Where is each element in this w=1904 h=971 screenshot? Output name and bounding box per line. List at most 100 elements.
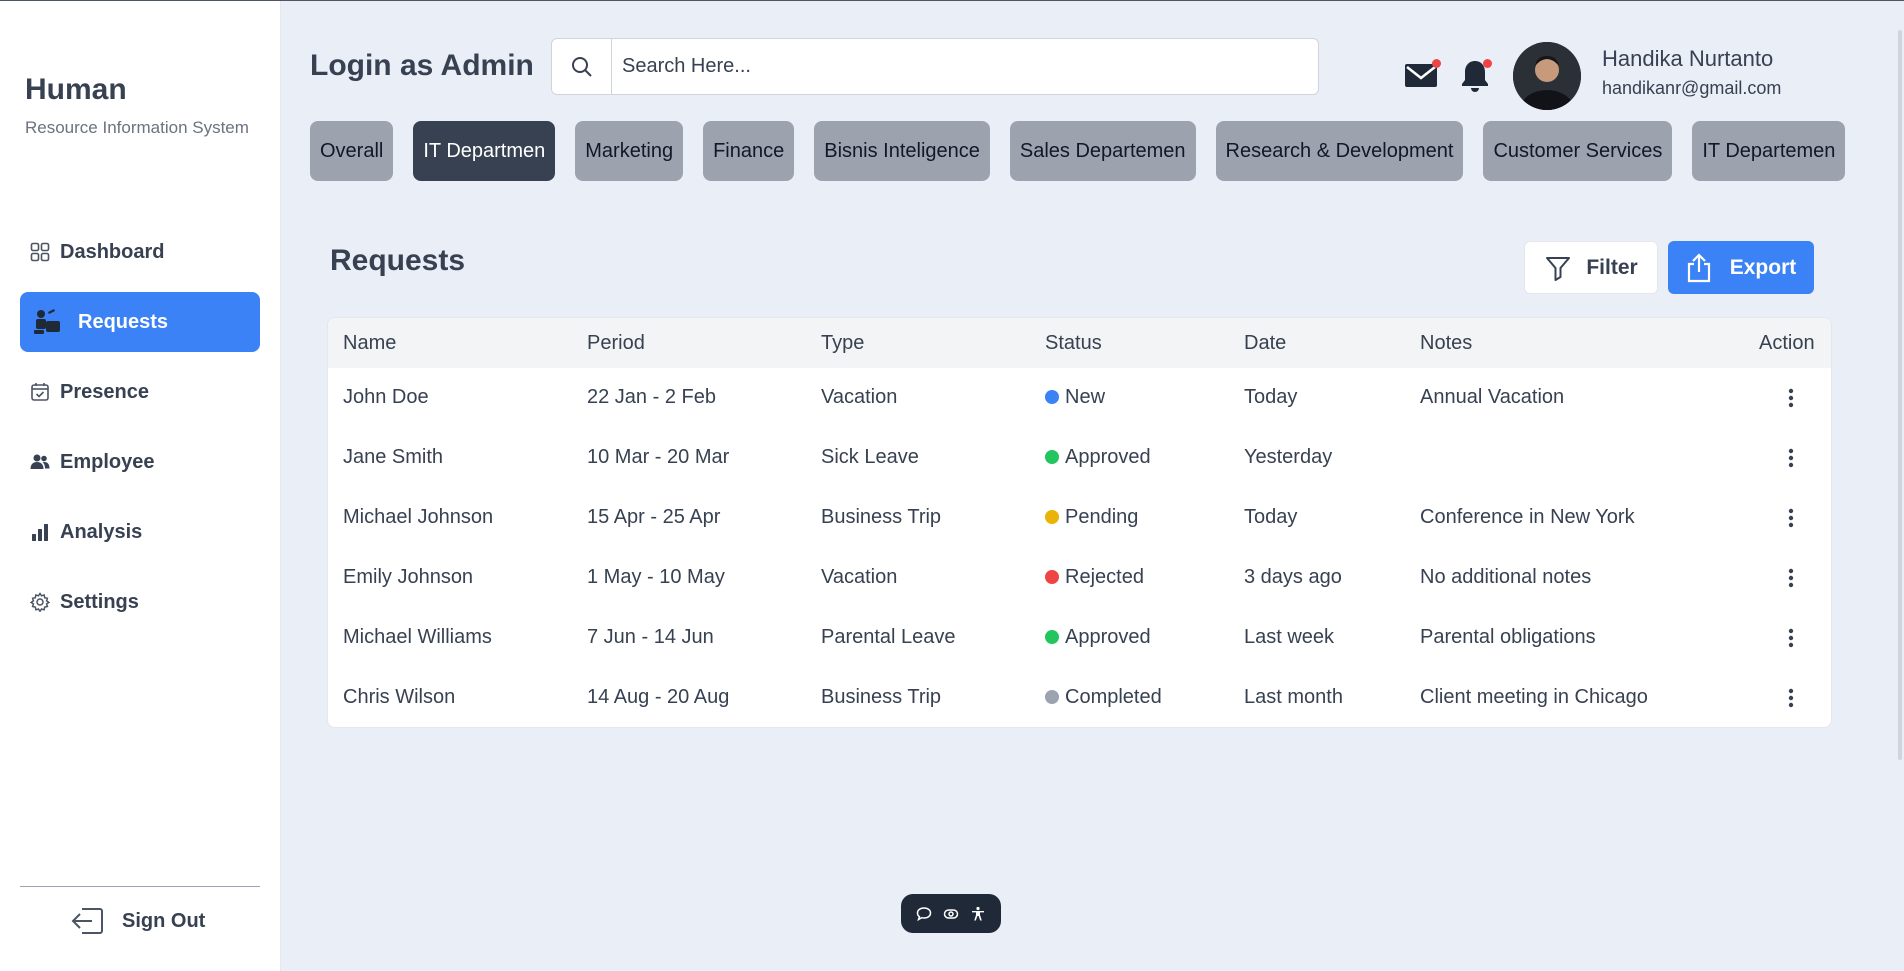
user-name: Handika Nurtanto xyxy=(1602,46,1774,71)
cell-type: Sick Leave xyxy=(821,446,919,468)
sidebar-item-label: Requests xyxy=(78,310,169,333)
status-dot xyxy=(1045,390,1059,404)
table-row[interactable]: Jane Smith 10 Mar - 20 Mar Sick Leave Appro… xyxy=(328,428,1831,488)
cell-notes: Client meeting in Chicago xyxy=(1420,686,1648,708)
notifications-button[interactable] xyxy=(1458,58,1492,94)
cell-period: 1 May - 10 May xyxy=(587,566,725,588)
tab-bisnis-inteligence[interactable]: Bisnis Inteligence xyxy=(814,121,990,181)
status-label: Approved xyxy=(1065,626,1151,648)
tab-customer-services[interactable]: Customer Services xyxy=(1483,121,1673,181)
column-header-type[interactable]: Type xyxy=(821,332,864,355)
accessibility-icon[interactable] xyxy=(970,906,986,922)
tab-it-departemen[interactable]: IT Departemen xyxy=(1692,121,1846,181)
tab-overall[interactable]: Overall xyxy=(310,121,394,181)
cell-date: Yesterday xyxy=(1244,446,1333,468)
column-header-status[interactable]: Status xyxy=(1045,332,1102,355)
sidebar-item-dashboard[interactable]: Dashboard xyxy=(20,222,260,282)
cell-type: Business Trip xyxy=(821,506,942,528)
sign-out-icon xyxy=(70,905,106,937)
sidebar-item-label: Presence xyxy=(60,380,149,403)
sidebar: Human Resource Information System Dashbo… xyxy=(0,1,281,971)
department-tabs: Overall IT Departmen Marketing Finance B… xyxy=(310,121,1846,181)
cell-date: Last week xyxy=(1244,626,1335,648)
sidebar-item-label: Analysis xyxy=(60,520,143,543)
tab-research-development[interactable]: Research & Development xyxy=(1215,121,1464,181)
status-label: Pending xyxy=(1065,506,1139,528)
search-bar: Search Here... xyxy=(551,38,1319,95)
gear-icon xyxy=(30,592,50,612)
requests-table: Name Period Type Status Date Notes Actio… xyxy=(327,317,1832,728)
more-actions-icon[interactable] xyxy=(1779,566,1803,590)
cell-notes: Parental obligations xyxy=(1420,626,1596,648)
notification-dot xyxy=(1483,59,1492,68)
cell-status: Approved xyxy=(1045,626,1151,649)
more-actions-icon[interactable] xyxy=(1779,386,1803,410)
tab-it-departmen[interactable]: IT Departmen xyxy=(413,121,556,181)
calendar-check-icon xyxy=(30,382,50,402)
tab-sales-departemen[interactable]: Sales Departemen xyxy=(1009,121,1196,181)
cell-name: Emily Johnson xyxy=(343,566,474,588)
more-actions-icon[interactable] xyxy=(1779,506,1803,530)
floating-toolbar xyxy=(901,894,1001,933)
export-label: Export xyxy=(1729,255,1797,279)
sidebar-item-label: Settings xyxy=(60,590,139,613)
notification-dot xyxy=(1432,59,1441,68)
requests-icon xyxy=(30,304,66,340)
cell-status: New xyxy=(1045,386,1105,409)
sign-out-label: Sign Out xyxy=(122,909,206,932)
cell-name: Chris Wilson xyxy=(343,686,456,708)
search-button[interactable] xyxy=(552,39,612,94)
eye-icon[interactable] xyxy=(943,906,959,922)
brand-subtitle: Resource Information System xyxy=(25,118,249,137)
sidebar-item-presence[interactable]: Presence xyxy=(20,362,260,422)
filter-button[interactable]: Filter xyxy=(1524,241,1658,294)
sidebar-divider xyxy=(20,886,260,887)
table-row[interactable]: Michael Williams 7 Jun - 14 Jun Parental L… xyxy=(328,608,1831,668)
cell-date: Last month xyxy=(1244,686,1343,708)
more-actions-icon[interactable] xyxy=(1779,446,1803,470)
cell-period: 10 Mar - 20 Mar xyxy=(587,446,730,468)
top-border xyxy=(0,0,1904,1)
cell-notes: No additional notes xyxy=(1420,566,1592,588)
section-title: Requests xyxy=(330,244,466,277)
sidebar-item-analysis[interactable]: Analysis xyxy=(20,502,260,562)
mail-button[interactable] xyxy=(1404,59,1441,90)
cell-type: Vacation xyxy=(821,386,898,408)
cell-name: Jane Smith xyxy=(343,446,444,468)
more-actions-icon[interactable] xyxy=(1779,686,1803,710)
status-dot xyxy=(1045,450,1059,464)
tab-marketing[interactable]: Marketing xyxy=(575,121,684,181)
column-header-name[interactable]: Name xyxy=(343,332,396,355)
search-input[interactable]: Search Here... xyxy=(612,39,1318,94)
filter-label: Filter xyxy=(1586,255,1638,279)
sign-out-button[interactable]: Sign Out xyxy=(70,901,205,941)
page-title: Login as Admin xyxy=(310,49,534,82)
export-icon xyxy=(1686,252,1712,283)
sidebar-item-employee[interactable]: Employee xyxy=(20,432,260,492)
column-header-period[interactable]: Period xyxy=(587,332,645,355)
table-row[interactable]: John Doe 22 Jan - 2 Feb Vacation New Today An… xyxy=(328,368,1831,428)
table-row[interactable]: Chris Wilson 14 Aug - 20 Aug Business Trip… xyxy=(328,668,1831,727)
export-button[interactable]: Export xyxy=(1668,241,1814,294)
cell-date: Today xyxy=(1244,506,1298,528)
table-row[interactable]: Emily Johnson 1 May - 10 May Vacation Rejec… xyxy=(328,548,1831,608)
table-row[interactable]: Michael Johnson 15 Apr - 25 Apr Business T… xyxy=(328,488,1831,548)
column-header-action: Action xyxy=(1759,332,1815,354)
bar-chart-icon xyxy=(30,522,50,542)
sidebar-item-settings[interactable]: Settings xyxy=(20,572,260,632)
column-header-notes[interactable]: Notes xyxy=(1420,332,1472,355)
column-header-date[interactable]: Date xyxy=(1244,332,1286,355)
status-label: Rejected xyxy=(1065,566,1144,588)
cell-period: 15 Apr - 25 Apr xyxy=(587,506,721,528)
status-label: New xyxy=(1065,386,1106,408)
status-dot xyxy=(1045,570,1059,584)
scrollbar[interactable] xyxy=(1898,30,1902,760)
tab-finance[interactable]: Finance xyxy=(703,121,795,181)
cell-name: John Doe xyxy=(343,386,429,408)
chat-icon[interactable] xyxy=(916,906,932,922)
sidebar-item-requests[interactable]: Requests xyxy=(20,292,260,352)
avatar[interactable] xyxy=(1513,42,1581,110)
cell-period: 22 Jan - 2 Feb xyxy=(587,386,716,408)
more-actions-icon[interactable] xyxy=(1779,626,1803,650)
status-dot xyxy=(1045,690,1059,704)
